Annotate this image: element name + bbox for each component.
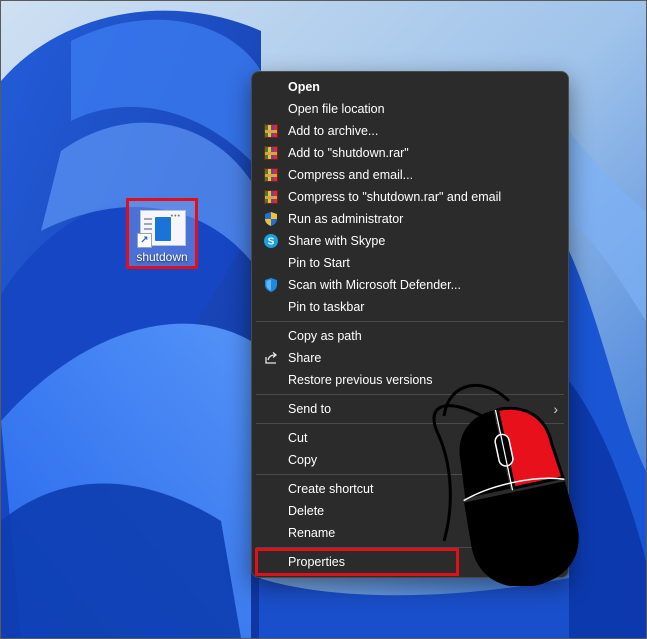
- menu-item-run-as-administrator[interactable]: Run as administrator: [252, 208, 568, 230]
- menu-item-pin-to-start[interactable]: Pin to Start: [252, 252, 568, 274]
- menu-separator: [256, 321, 564, 322]
- menu-item-open-file-location[interactable]: Open file location: [252, 98, 568, 120]
- menu-item-share-with-skype[interactable]: S Share with Skype: [252, 230, 568, 252]
- menu-item-copy-as-path[interactable]: Copy as path: [252, 325, 568, 347]
- uac-shield-icon: [265, 212, 277, 226]
- desktop-shortcut-shutdown[interactable]: ••• ↗ shutdown: [126, 198, 198, 269]
- menu-item-scan-with-defender[interactable]: Scan with Microsoft Defender...: [252, 274, 568, 296]
- winrar-icon: [264, 168, 278, 182]
- menu-item-compress-and-email[interactable]: Compress and email...: [252, 164, 568, 186]
- share-icon: [265, 352, 278, 364]
- menu-item-pin-to-taskbar[interactable]: Pin to taskbar: [252, 296, 568, 318]
- menu-item-add-to-archive[interactable]: Add to archive...: [252, 120, 568, 142]
- menu-item-open[interactable]: Open: [252, 76, 568, 98]
- skype-icon: S: [264, 234, 278, 248]
- winrar-icon: [264, 190, 278, 204]
- menu-item-add-to-rar[interactable]: Add to "shutdown.rar": [252, 142, 568, 164]
- svg-text:S: S: [268, 237, 275, 248]
- winrar-icon: [264, 146, 278, 160]
- shortcut-arrow-icon: ↗: [137, 233, 152, 248]
- menu-item-compress-to-rar-and-email[interactable]: Compress to "shutdown.rar" and email: [252, 186, 568, 208]
- screenshot-frame: ••• ↗ shutdown Open Open file location A…: [0, 0, 647, 639]
- winrar-icon: [264, 124, 278, 138]
- menu-item-share[interactable]: Share: [252, 347, 568, 369]
- defender-shield-icon: [265, 278, 277, 292]
- mouse-right-click-icon: [432, 384, 579, 586]
- desktop-icon-label: shutdown: [136, 250, 188, 264]
